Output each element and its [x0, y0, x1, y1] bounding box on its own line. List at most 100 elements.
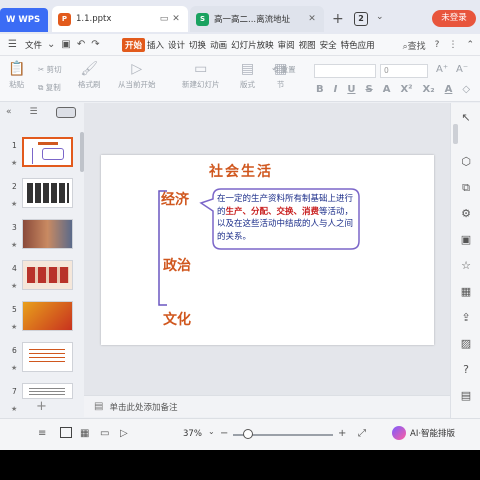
slide-thumbnail-row[interactable]: 6 ★ — [0, 342, 76, 376]
picture-icon[interactable]: ▨ — [459, 337, 473, 351]
new-slide-button[interactable]: ▭ 新建幻灯片 — [182, 61, 220, 90]
menu-view[interactable]: 视图 — [297, 39, 318, 51]
status-bar: ≡ ▦ ▭ ▷ 37% ⌄ − + ⤢ AI·智能排版 — [0, 418, 480, 450]
cut-button[interactable]: ✂ 剪切 — [38, 64, 62, 75]
format-painter-button[interactable]: 🖌 格式刷 — [78, 61, 101, 90]
file-menu[interactable]: 文件 — [23, 39, 44, 51]
notes-toggle-icon[interactable]: ≡ — [38, 428, 46, 439]
underline-button[interactable]: U — [347, 84, 355, 95]
menu-features[interactable]: 特色应用 — [339, 39, 377, 51]
menu-security[interactable]: 安全 — [318, 39, 339, 51]
paste-button[interactable]: 📋 粘贴 — [8, 61, 25, 90]
slide-thumbnail[interactable] — [22, 219, 73, 249]
slide-thumbnail[interactable] — [22, 301, 73, 331]
menu-transition[interactable]: 切换 — [187, 39, 208, 51]
play-slideshow-icon[interactable]: ▷ — [120, 428, 128, 439]
play-from-current-button[interactable]: ▷ 从当前开始 — [118, 61, 156, 90]
help-icon[interactable]: ? — [435, 40, 440, 50]
undo-icon[interactable]: ↶ — [77, 39, 85, 50]
login-button[interactable]: 未登录 — [432, 10, 476, 27]
outline-view-icon[interactable]: ☰ — [30, 107, 38, 117]
normal-view-icon[interactable] — [60, 427, 72, 438]
font-size-value: 0 — [384, 66, 389, 75]
shapes-icon[interactable]: ⬡ — [459, 155, 473, 169]
star-icon[interactable]: ☆ — [459, 259, 473, 273]
chevron-down-icon[interactable]: ⌄ — [376, 12, 384, 22]
fit-window-icon[interactable]: ⤢ — [358, 428, 366, 439]
settings-sliders-icon[interactable]: ⚙ — [459, 207, 473, 221]
reading-view-icon[interactable]: ▭ — [100, 428, 109, 439]
image-icon[interactable]: ▣ — [459, 233, 473, 247]
zoom-slider-thumb[interactable] — [243, 429, 253, 439]
more-icon[interactable]: ⋮ — [448, 40, 457, 50]
font-color-button[interactable]: A — [445, 84, 453, 95]
collapse-ribbon-icon[interactable]: ⌃ — [466, 40, 474, 50]
collapse-panel-icon[interactable]: « — [6, 107, 12, 117]
menu-animation[interactable]: 动画 — [208, 39, 229, 51]
callout-highlight: 生产、分配、交换、消费 — [225, 206, 320, 217]
slide-thumbnail[interactable] — [22, 137, 73, 167]
italic-button[interactable]: I — [334, 84, 338, 95]
decrease-font-icon[interactable]: A⁻ — [456, 64, 468, 75]
right-scrollbar[interactable] — [453, 124, 458, 144]
hamburger-icon[interactable]: ☰ — [8, 39, 17, 50]
menu-slideshow[interactable]: 幻灯片放映 — [229, 39, 276, 51]
zoom-out-icon[interactable]: − — [220, 428, 228, 439]
copy-button[interactable]: ⧉ 复制 — [38, 82, 61, 93]
current-slide[interactable]: 社会生活 经济 政治 文化 在一定的生产资料所有制基础上进行的生产、分配、交换、… — [101, 155, 434, 345]
new-slide-icon: ▭ — [194, 61, 208, 77]
tab-screen-icon[interactable]: ▭ — [158, 14, 170, 24]
thumb-callout — [42, 148, 64, 160]
chevron-down-icon[interactable]: ⌄ — [47, 39, 55, 50]
ai-layout-button[interactable]: AI·智能排版 — [392, 426, 455, 440]
slide-thumbnail-row[interactable]: 1 ★ — [0, 137, 76, 171]
menu-insert[interactable]: 插入 — [145, 39, 166, 51]
subscript-button[interactable]: X₂ — [423, 84, 435, 95]
reset-button[interactable]: ⟲ 重置 — [272, 64, 296, 75]
increase-font-icon[interactable]: A⁺ — [436, 64, 448, 75]
redo-icon[interactable]: ↷ — [91, 39, 99, 50]
zoom-in-icon[interactable]: + — [338, 428, 346, 439]
grid-icon[interactable]: ▦ — [459, 285, 473, 299]
slide-sorter-icon[interactable]: ▦ — [80, 428, 89, 439]
clear-format-button[interactable]: ◇ — [462, 84, 470, 95]
save-icon[interactable]: ▣ — [61, 39, 70, 50]
zoom-dropdown-icon[interactable]: ⌄ — [208, 427, 215, 436]
strikethrough-button[interactable]: S — [365, 84, 372, 95]
document-tab-pptx[interactable]: P 1.1.pptx ▭ ✕ — [52, 6, 188, 32]
menu-review[interactable]: 审阅 — [276, 39, 297, 51]
slide-thumbnail[interactable] — [22, 178, 73, 208]
wps-home-tab[interactable]: W WPS — [0, 8, 48, 32]
slide-thumbnail[interactable] — [22, 383, 73, 399]
new-tab-button[interactable]: + — [332, 11, 344, 27]
slide-thumbnail-row[interactable]: 4 ★ — [0, 260, 76, 294]
window-count-badge[interactable]: 2 — [354, 12, 368, 26]
search-button[interactable]: ⌕查找 — [403, 39, 426, 52]
zoom-level[interactable]: 37% — [183, 429, 202, 439]
superscript-button[interactable]: X² — [400, 84, 412, 95]
bold-button[interactable]: B — [316, 84, 324, 95]
close-tab-icon[interactable]: ✕ — [306, 14, 318, 24]
slide-thumbnail-row[interactable]: 3 ★ — [0, 219, 76, 253]
slide-thumbnail-row[interactable]: 5 ★ — [0, 301, 76, 335]
slides-view-icon[interactable] — [55, 106, 76, 118]
copy-shape-icon[interactable]: ⧉ — [459, 181, 473, 195]
menu-design[interactable]: 设计 — [166, 39, 187, 51]
notes-area[interactable]: ▤ 单击此处添加备注 — [84, 395, 450, 417]
slide-thumbnail[interactable] — [22, 342, 73, 372]
share-icon[interactable]: ⇪ — [459, 311, 473, 325]
menu-home[interactable]: 开始 — [122, 37, 146, 52]
close-tab-icon[interactable]: ✕ — [170, 14, 182, 24]
document-tab-sheet[interactable]: S 高一高二...离流地址 ✕ — [190, 6, 324, 32]
text-format-group: B I U S A X² X₂ A ◇ — [316, 84, 470, 95]
cursor-icon[interactable]: ↖ — [459, 111, 473, 125]
font-size-select[interactable]: 0 — [380, 64, 428, 78]
text-shadow-button[interactable]: A — [383, 84, 391, 95]
add-slide-button[interactable]: + — [36, 399, 47, 414]
layout-button[interactable]: ▤ 版式 — [240, 61, 255, 90]
slide-thumbnail[interactable] — [22, 260, 73, 290]
help-icon[interactable]: ? — [459, 363, 473, 377]
font-family-select[interactable] — [314, 64, 376, 78]
slide-thumbnail-row[interactable]: 2 ★ — [0, 178, 76, 212]
slides-grid-icon[interactable]: ▤ — [459, 389, 473, 403]
